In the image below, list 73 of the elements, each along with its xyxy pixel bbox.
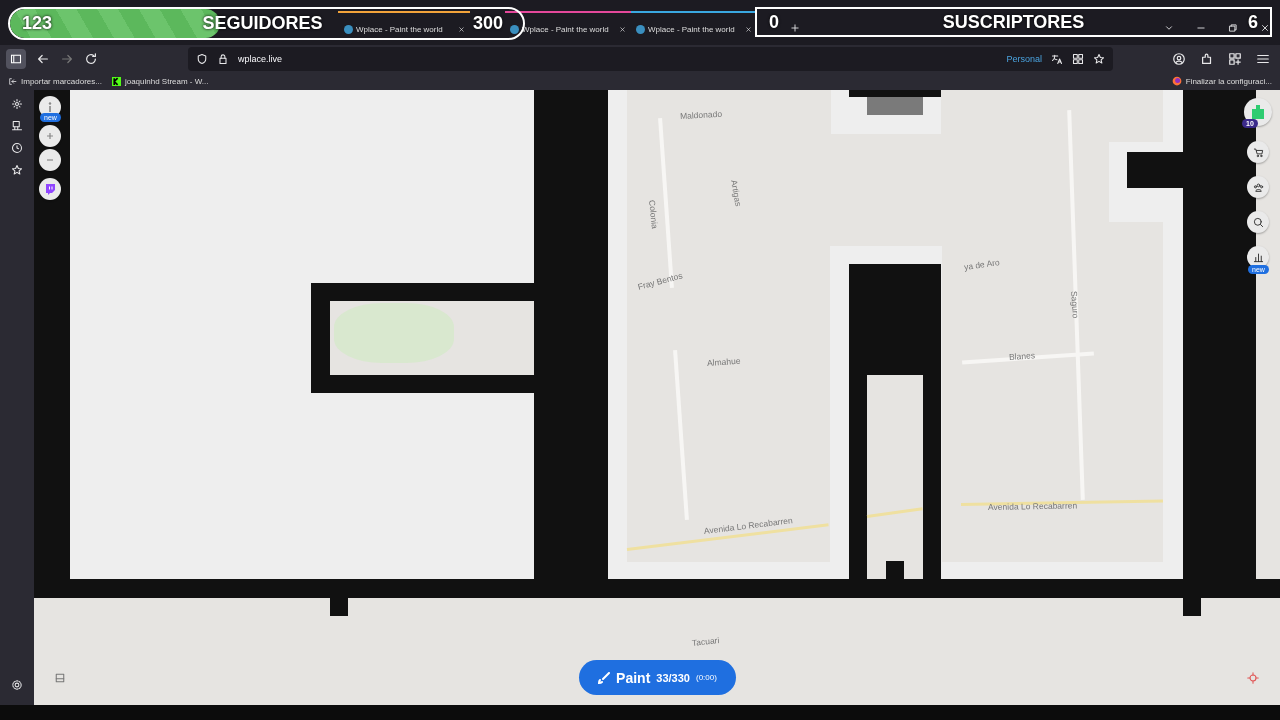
sidebar-toggle-button[interactable] xyxy=(6,48,26,69)
close-icon[interactable] xyxy=(458,25,465,33)
counter-goal: 6 xyxy=(1247,11,1258,33)
street-label: Saguro xyxy=(1069,290,1081,319)
cart-icon[interactable] xyxy=(1252,146,1264,158)
chevron-down-icon[interactable] xyxy=(1164,23,1174,33)
twitch-logo-icon xyxy=(45,183,55,195)
bookmark-item[interactable]: Importar marcadores... xyxy=(8,76,102,86)
account-icon[interactable] xyxy=(1172,51,1186,66)
counter-current: 0 xyxy=(769,11,779,33)
grid-icon[interactable] xyxy=(1228,51,1242,66)
settings-icon[interactable] xyxy=(11,679,23,691)
globe-icon xyxy=(510,24,519,34)
pixel-block xyxy=(1183,598,1201,616)
bar-chart-icon[interactable] xyxy=(1252,251,1264,263)
bookmark-item[interactable]: joaquinhd Stream - W... xyxy=(111,76,209,86)
zoom-out-button[interactable] xyxy=(39,149,61,171)
container-label[interactable]: Personal xyxy=(1006,53,1042,64)
lock-icon[interactable] xyxy=(217,52,229,65)
counter-current: 123 xyxy=(22,13,53,34)
street-label: Maldonado xyxy=(679,108,723,121)
street-label: Avenida Lo Recabarren xyxy=(987,500,1078,512)
close-icon[interactable] xyxy=(745,25,752,33)
search-icon[interactable] xyxy=(1252,216,1264,228)
restore-icon[interactable] xyxy=(1228,23,1238,33)
translate-icon[interactable] xyxy=(1051,52,1063,65)
street-label: Tacuari xyxy=(691,635,720,648)
street-label: Almahue xyxy=(706,355,741,368)
counter-goal: 300 xyxy=(472,13,503,34)
layers-icon[interactable] xyxy=(54,672,66,684)
counter-label: SUSCRIPTORES xyxy=(942,11,1085,33)
extensions-icon[interactable] xyxy=(1200,51,1214,66)
house-logo-icon xyxy=(1250,104,1266,120)
street-label: Avenida Lo Recabarren xyxy=(703,515,794,536)
import-icon[interactable] xyxy=(8,76,17,86)
street-label: Blanes xyxy=(1008,350,1036,362)
shield-icon[interactable] xyxy=(196,52,208,65)
sidebar-icon xyxy=(10,52,22,65)
ai-sparkle-icon[interactable] xyxy=(11,98,23,110)
star-icon[interactable] xyxy=(11,164,23,176)
close-icon[interactable] xyxy=(619,25,626,33)
zoom-in-button[interactable] xyxy=(39,125,61,147)
history-icon[interactable] xyxy=(11,142,23,154)
star-icon[interactable] xyxy=(1093,52,1105,65)
street-label: Artigas xyxy=(729,179,744,207)
pixel-block xyxy=(1127,152,1183,188)
synced-tabs-icon[interactable] xyxy=(11,120,23,132)
street-label: ya de Aro xyxy=(963,257,1001,272)
url-text: wplace.live xyxy=(238,53,283,64)
minus-icon xyxy=(46,156,54,164)
globe-icon xyxy=(344,24,353,34)
street-label: Colonia xyxy=(647,199,660,230)
people-icon[interactable] xyxy=(1252,181,1264,193)
grid-icon[interactable] xyxy=(1072,52,1084,65)
cart-button[interactable] xyxy=(1247,141,1269,163)
reload-icon[interactable] xyxy=(84,51,98,66)
setup-notice[interactable]: Finalizar la configuraci... xyxy=(1171,76,1272,86)
street-label: Fray Bentos xyxy=(636,270,684,292)
pixel-block xyxy=(330,598,348,616)
close-icon[interactable] xyxy=(1260,23,1270,33)
k-logo-icon xyxy=(111,76,121,86)
globe-icon xyxy=(636,24,645,34)
info-icon xyxy=(46,102,54,112)
address-bar[interactable]: wplace.live Personal xyxy=(188,46,1113,71)
location-icon[interactable] xyxy=(1247,672,1259,684)
twitch-button[interactable] xyxy=(39,178,61,200)
fox-logo-icon xyxy=(1171,76,1182,86)
brush-icon xyxy=(598,671,611,684)
search-button[interactable] xyxy=(1247,211,1269,233)
plus-icon[interactable] xyxy=(790,22,800,33)
plus-icon xyxy=(46,132,54,140)
paint-button[interactable]: Paint 33/330 (0:00) xyxy=(579,660,736,695)
people-button[interactable] xyxy=(1247,176,1269,198)
